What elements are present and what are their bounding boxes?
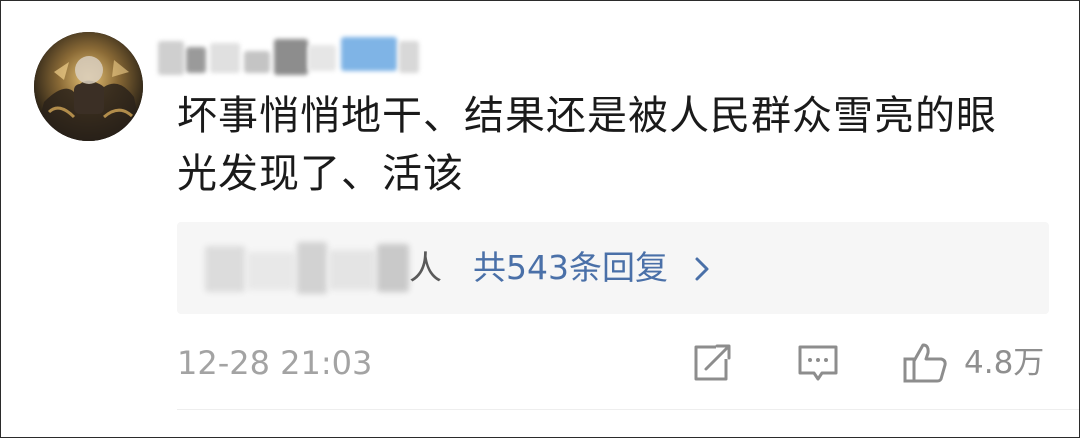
divider — [177, 409, 1079, 410]
reply-button[interactable] — [796, 341, 840, 385]
replies-suffix: 人 — [409, 248, 442, 287]
chevron-right-icon[interactable] — [693, 256, 711, 282]
replies-preview[interactable]: 人 共543条回复 — [177, 222, 1049, 314]
comment-text: 坏事悄悄地干、结果还是被人民群众雪亮的眼光发现了、活该 — [177, 93, 997, 197]
username-blurred[interactable] — [158, 37, 428, 77]
share-button[interactable] — [690, 341, 732, 385]
user-avatar[interactable] — [34, 32, 143, 141]
replier-names-blurred — [205, 242, 409, 294]
thumbs-up-icon — [903, 343, 947, 383]
like-button[interactable] — [901, 341, 949, 385]
comment-card: 坏事悄悄地干、结果还是被人民群众雪亮的眼光发现了、活该 人 共543条回复 12… — [0, 0, 1080, 438]
avatar-image — [34, 32, 143, 141]
user-badge — [341, 37, 397, 71]
replies-count-link[interactable]: 共543条回复 — [473, 244, 668, 292]
timestamp: 12-28 21:03 — [177, 344, 373, 382]
comment-icon — [798, 345, 838, 381]
share-icon — [694, 344, 731, 381]
like-count: 4.8万 — [964, 345, 1045, 381]
